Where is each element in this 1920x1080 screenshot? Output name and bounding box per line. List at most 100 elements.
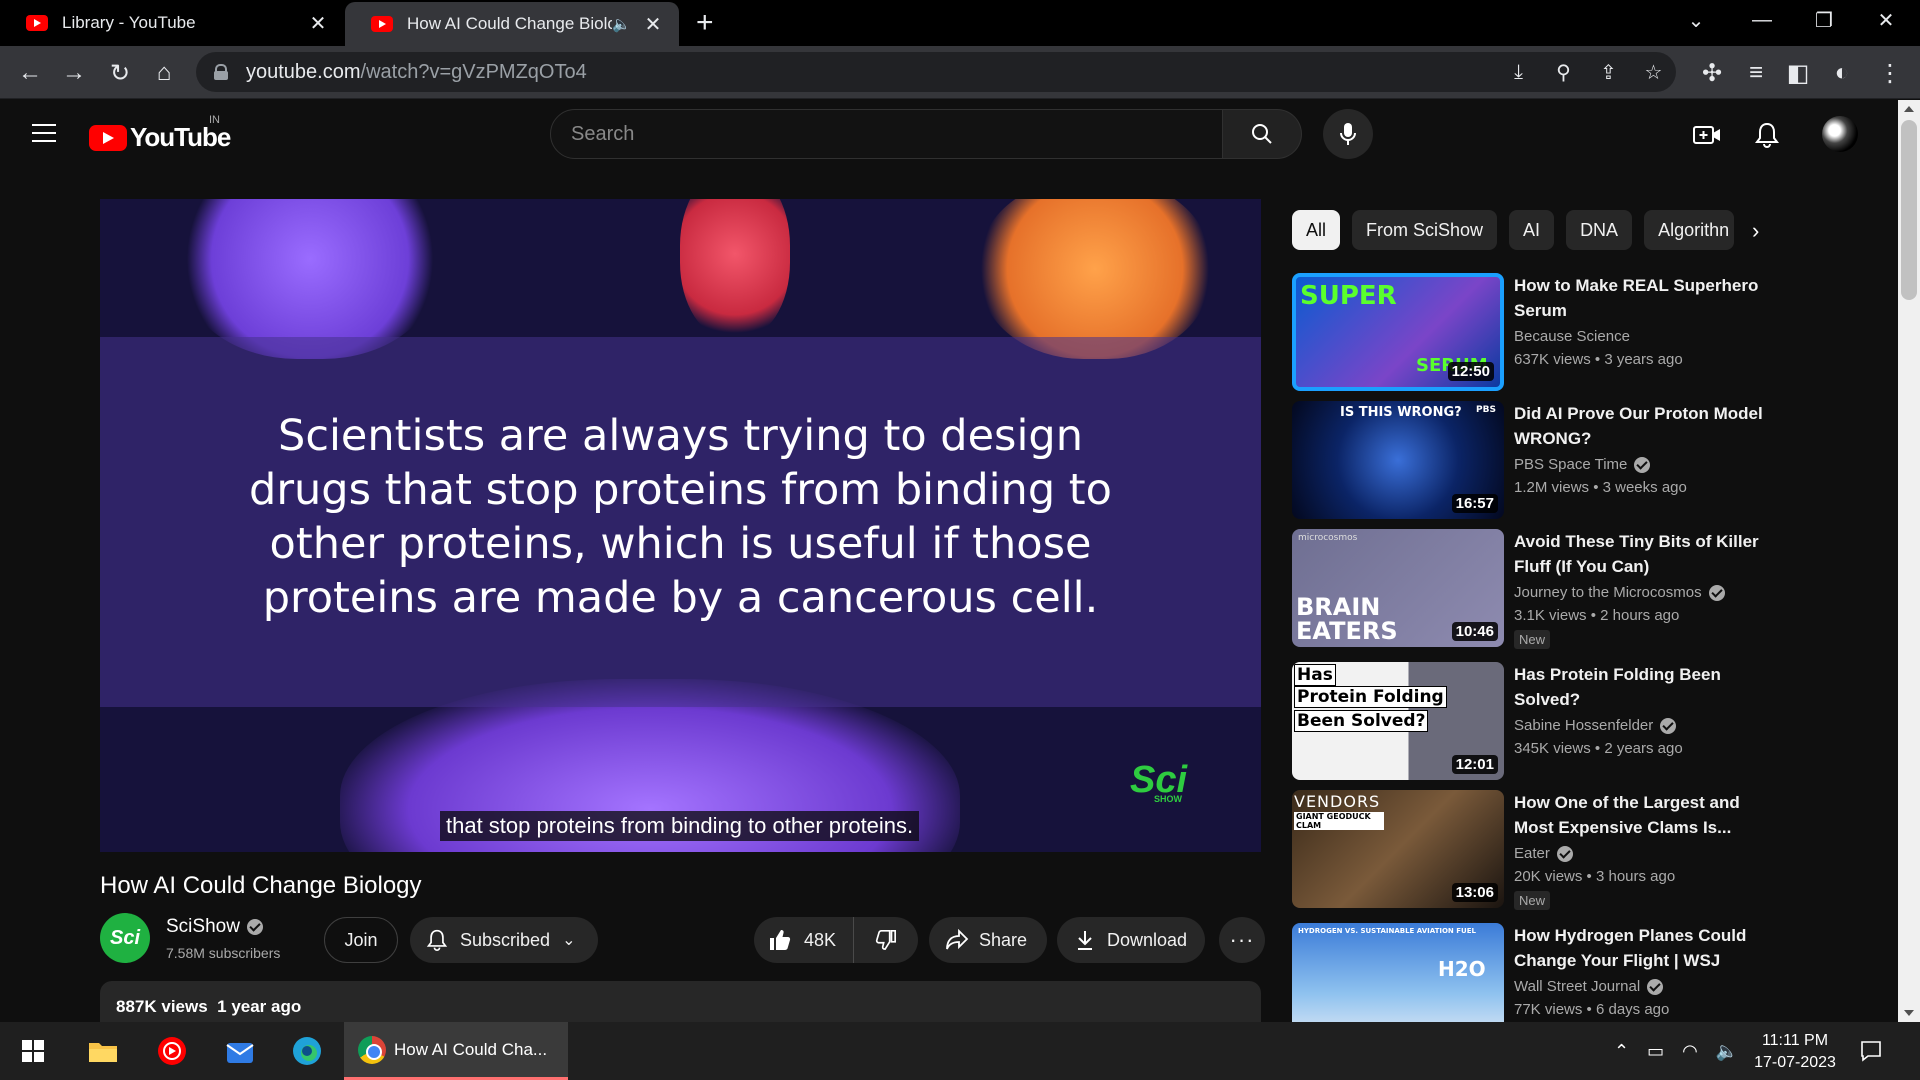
taskbar-clock[interactable]: 11:11 PM 17-07-2023 (1740, 1030, 1850, 1074)
chevron-right-icon[interactable]: › (1752, 218, 1759, 244)
account-avatar[interactable] (1822, 116, 1858, 152)
zoom-icon[interactable]: ⚲ (1541, 60, 1586, 85)
reload-icon[interactable]: ↻ (102, 55, 138, 91)
recommendation-item[interactable]: SUPER SERUM 12:50 How to Make REAL Super… (1292, 273, 1852, 391)
scroll-up-icon[interactable] (1904, 106, 1914, 112)
edge-browser-button[interactable] (277, 1022, 337, 1080)
channel-name[interactable]: Eater (1514, 845, 1573, 862)
channel-name-text[interactable]: Journey to the Microcosmos (1514, 584, 1702, 601)
channel-name-text[interactable]: Sabine Hossenfelder (1514, 717, 1653, 734)
file-explorer-button[interactable] (73, 1022, 133, 1080)
recommendation-item[interactable]: IS THIS WRONG? PBS 16:57 Did AI Prove Ou… (1292, 401, 1852, 519)
views: 1.2M views (1514, 479, 1590, 496)
recommendation-item[interactable]: Has Protein Folding Been Solved? 12:01 H… (1292, 662, 1852, 780)
more-actions-button[interactable]: ··· (1219, 917, 1265, 963)
video-player[interactable]: Scientists are always trying to design d… (100, 199, 1261, 852)
channel-name[interactable]: SciShow (166, 916, 263, 938)
video-thumbnail[interactable]: microcosmos BRAIN EATERS 10:46 (1292, 529, 1504, 647)
bookmark-star-icon[interactable]: ☆ (1631, 60, 1676, 85)
channel-name[interactable]: Because Science (1514, 328, 1630, 345)
channel-name[interactable]: PBS Space Time (1514, 456, 1651, 473)
windows-start-button[interactable] (3, 1022, 63, 1080)
youtube-logo[interactable]: YouTube IN (89, 114, 231, 153)
channel-name-text[interactable]: Wall Street Journal (1514, 978, 1640, 995)
url-path: /watch?v=gVzPMZqOTo4 (360, 60, 587, 83)
wifi-icon[interactable]: ◠ (1682, 1041, 1698, 1062)
side-panel-icon[interactable]: ◧ (1780, 55, 1816, 91)
channel-avatar[interactable]: Sci (100, 913, 150, 963)
back-arrow-icon[interactable]: ← (12, 55, 48, 91)
channel-name-text[interactable]: SciShow (166, 916, 240, 938)
battery-icon[interactable]: ▭ (1647, 1041, 1664, 1062)
video-thumbnail[interactable]: VENDORS GIANT GEODUCK CLAM 13:06 (1292, 790, 1504, 908)
close-tab-icon[interactable]: ✕ (306, 11, 330, 36)
share-page-icon[interactable]: ⇪ (1586, 60, 1631, 85)
notification-center-icon[interactable] (1860, 1022, 1882, 1080)
channel-name-text[interactable]: PBS Space Time (1514, 456, 1627, 473)
video-meta: 637K views • 3 years ago (1514, 351, 1683, 368)
download-button[interactable]: Download (1057, 917, 1205, 963)
speaker-icon[interactable]: 🔈 (612, 15, 631, 33)
media-controls-icon[interactable]: ≡ (1738, 55, 1774, 91)
tab-library[interactable]: Library - YouTube ✕ (0, 0, 344, 46)
chip-dna[interactable]: DNA (1566, 210, 1633, 250)
volume-icon[interactable]: 🔈 (1716, 1041, 1738, 1062)
new-tab-button[interactable]: + (696, 6, 714, 40)
recommendation-item[interactable]: HYDROGEN VS. SUSTAINABLE AVIATION FUEL H… (1292, 923, 1852, 1022)
video-thumbnail[interactable]: IS THIS WRONG? PBS 16:57 (1292, 401, 1504, 519)
like-button[interactable]: 48K (754, 917, 854, 963)
search-input[interactable] (550, 109, 1223, 159)
dislike-button[interactable] (854, 917, 918, 963)
chrome-menu-icon[interactable]: ⋮ (1872, 55, 1908, 91)
tab-current-video[interactable]: How AI Could Change Biology 🔈 ✕ (345, 2, 679, 46)
chip-ai[interactable]: AI (1509, 210, 1555, 250)
tab-search-chevron-icon[interactable]: ⌄ (1666, 0, 1726, 40)
video-thumbnail[interactable]: SUPER SERUM 12:50 (1292, 273, 1504, 391)
channel-name-text[interactable]: Eater (1514, 845, 1550, 862)
scroll-down-icon[interactable] (1904, 1010, 1914, 1016)
share-button[interactable]: Share (929, 917, 1047, 963)
recommendation-item[interactable]: VENDORS GIANT GEODUCK CLAM 13:06 How One… (1292, 790, 1852, 910)
profile-avatar-icon[interactable]: ◐ (1824, 55, 1860, 91)
video-meta: 77K views • 6 days ago (1514, 1001, 1670, 1018)
mail-app-button[interactable] (210, 1022, 270, 1080)
minimize-button[interactable]: — (1732, 0, 1792, 40)
lock-icon[interactable] (214, 64, 228, 80)
show-hidden-icons-icon[interactable]: ⌃ (1614, 1041, 1629, 1062)
video-thumbnail[interactable]: Has Protein Folding Been Solved? 12:01 (1292, 662, 1504, 780)
recommendation-item[interactable]: microcosmos BRAIN EATERS 10:46 Avoid The… (1292, 529, 1852, 649)
create-video-button[interactable] (1692, 120, 1722, 150)
chrome-taskbar-item[interactable]: How AI Could Cha... (344, 1022, 568, 1080)
channel-name[interactable]: Journey to the Microcosmos (1514, 584, 1725, 601)
chip-all[interactable]: All (1292, 210, 1341, 250)
extensions-puzzle-icon[interactable]: ✣ (1694, 55, 1730, 91)
close-tab-icon[interactable]: ✕ (641, 12, 665, 37)
notifications-button[interactable] (1752, 120, 1782, 150)
close-window-button[interactable]: ✕ (1856, 0, 1916, 40)
video-thumbnail[interactable]: HYDROGEN VS. SUSTAINABLE AVIATION FUEL H… (1292, 923, 1504, 1022)
video-title[interactable]: Has Protein Folding Been Solved? (1514, 662, 1764, 712)
menu-icon[interactable] (32, 124, 56, 142)
voice-search-button[interactable] (1323, 109, 1373, 159)
scrollbar-thumb[interactable] (1901, 120, 1917, 300)
subscribed-button[interactable]: Subscribed ⌄ (410, 917, 598, 963)
chip-algorithms[interactable]: Algorithn (1644, 210, 1735, 250)
video-title[interactable]: How to Make REAL Superhero Serum (1514, 273, 1764, 323)
forward-arrow-icon[interactable]: → (56, 55, 92, 91)
chip-from-scishow[interactable]: From SciShow (1352, 210, 1498, 250)
age: 3 years ago (1604, 351, 1683, 368)
address-bar[interactable]: youtube.com/watch?v=gVzPMZqOTo4 ⤓ ⚲ ⇪ ☆ (196, 52, 1676, 92)
video-title[interactable]: How Hydrogen Planes Could Change Your Fl… (1514, 923, 1764, 973)
youtube-music-app-button[interactable] (142, 1022, 202, 1080)
video-title[interactable]: Avoid These Tiny Bits of Killer Fluff (I… (1514, 529, 1764, 579)
page-scrollbar[interactable] (1898, 100, 1920, 1022)
video-title[interactable]: Did AI Prove Our Proton Model WRONG? (1514, 401, 1764, 451)
search-button[interactable] (1223, 109, 1302, 159)
video-title[interactable]: How One of the Largest and Most Expensiv… (1514, 790, 1764, 840)
home-icon[interactable]: ⌂ (146, 55, 182, 91)
install-app-icon[interactable]: ⤓ (1496, 61, 1541, 84)
channel-name[interactable]: Wall Street Journal (1514, 978, 1664, 995)
join-button[interactable]: Join (324, 917, 398, 963)
restore-button[interactable]: ❐ (1794, 0, 1854, 40)
channel-name[interactable]: Sabine Hossenfelder (1514, 717, 1677, 734)
